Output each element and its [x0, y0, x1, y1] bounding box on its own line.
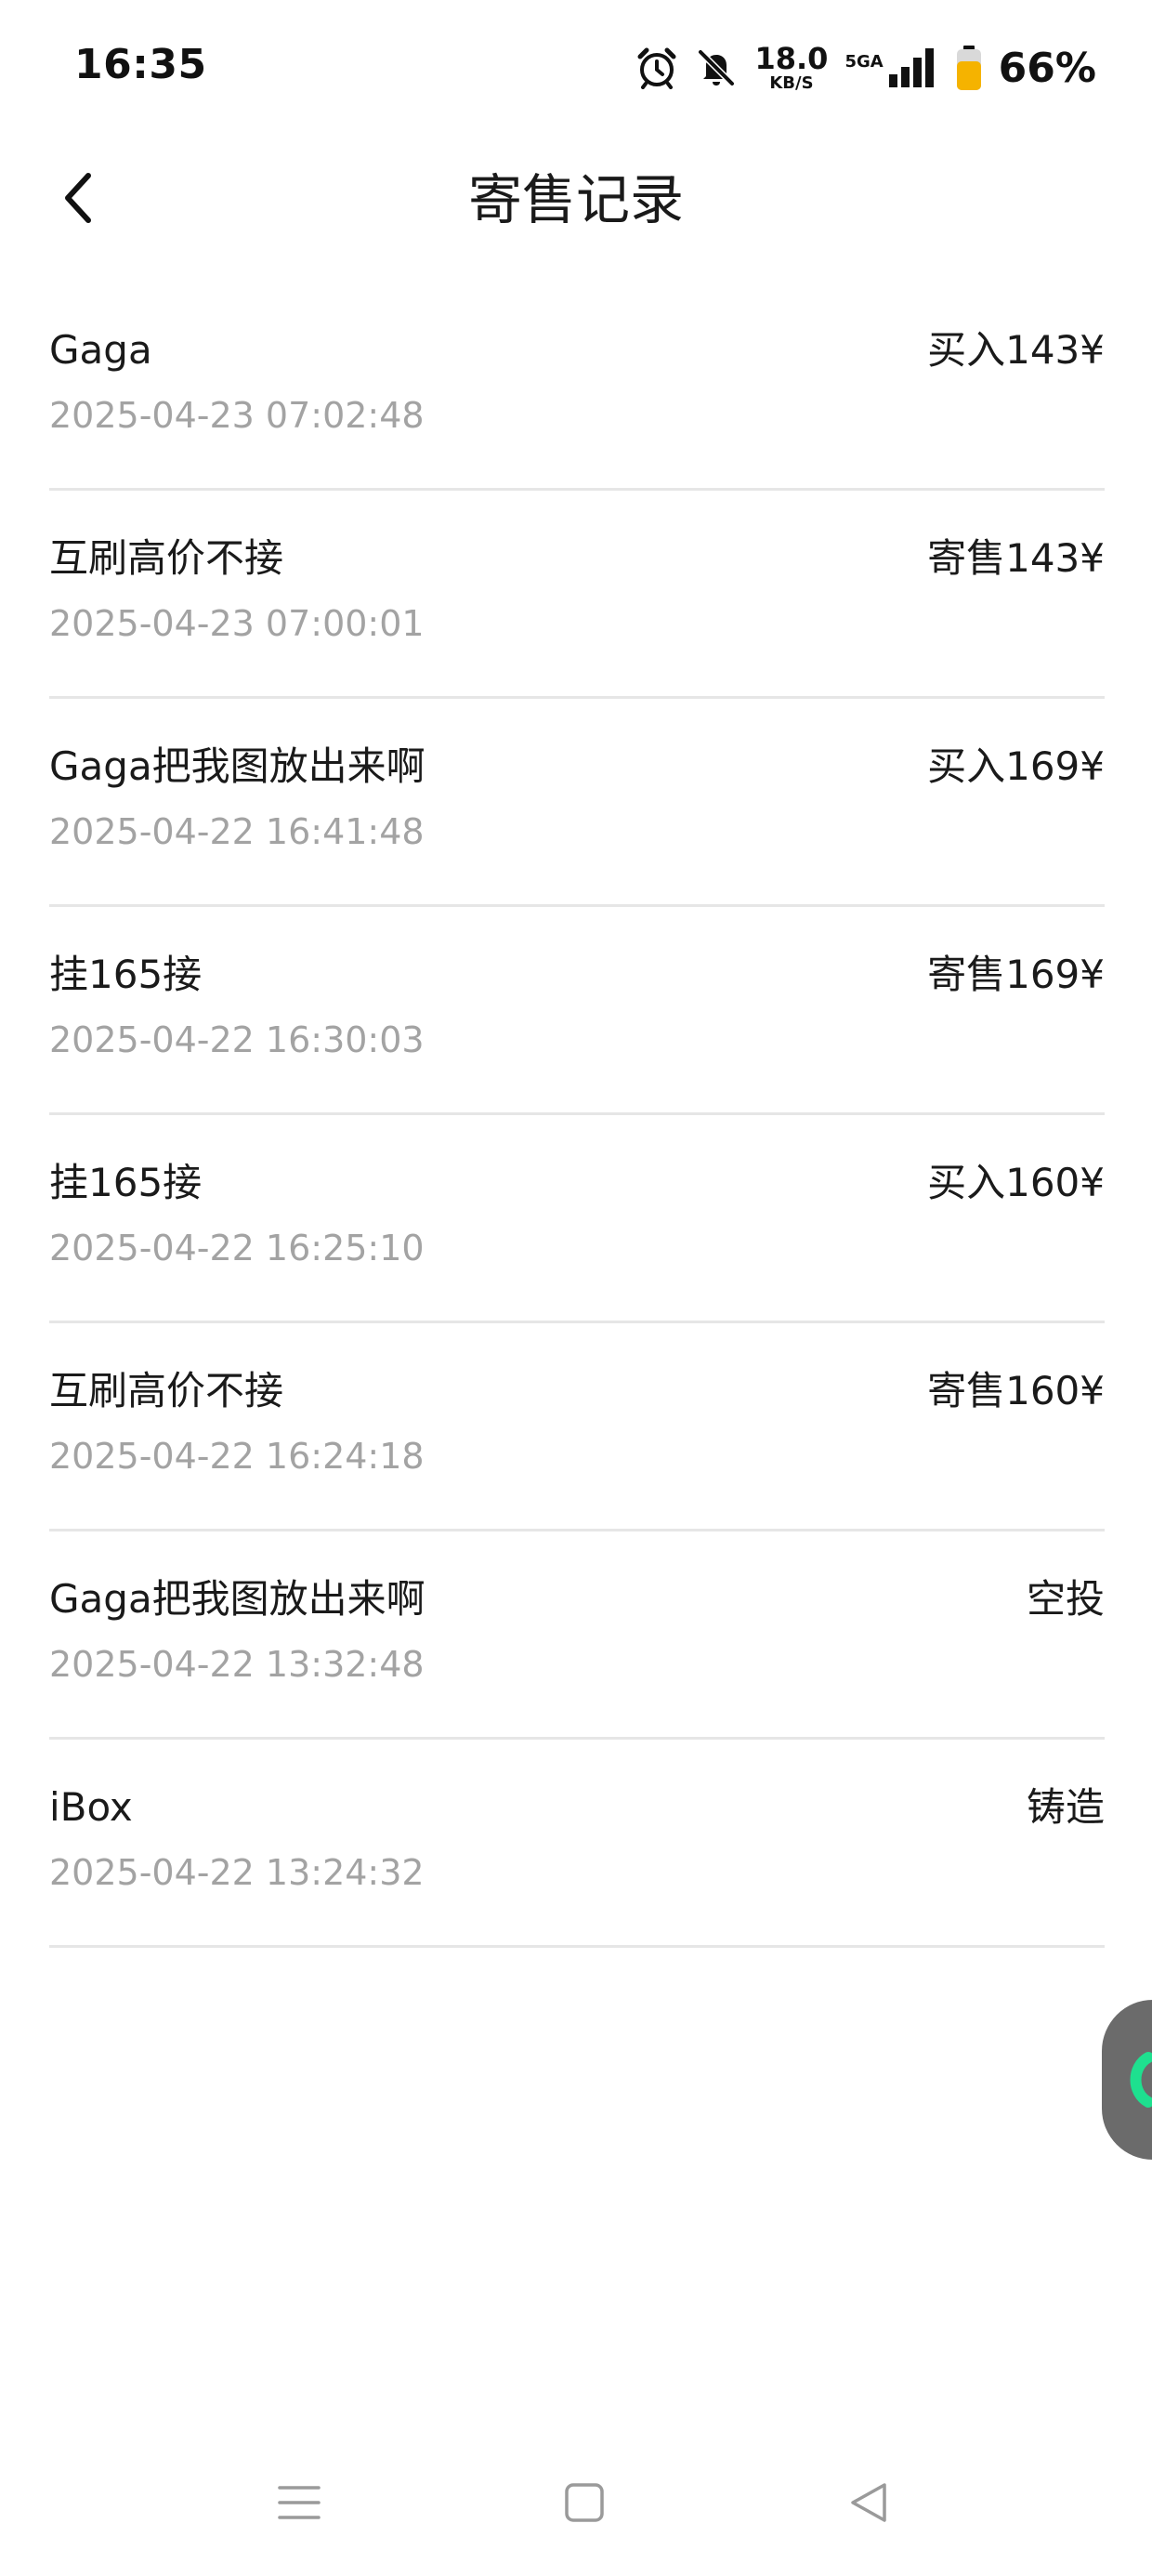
- nav-menu-button[interactable]: [267, 2472, 332, 2537]
- record-name: Gaga: [49, 327, 152, 373]
- record-name: 挂165接: [49, 952, 203, 997]
- floating-assistant-button[interactable]: [1102, 2000, 1152, 2160]
- assistant-bubble-icon: [1120, 2050, 1152, 2113]
- record-time: 2025-04-22 16:25:10: [49, 1228, 425, 1268]
- record-name: 互刷高价不接: [49, 1368, 284, 1413]
- signal-group: 5GA: [844, 46, 938, 89]
- list-item[interactable]: Gaga 2025-04-23 07:02:48 买入143¥: [49, 283, 1105, 491]
- record-action: 买入160¥: [927, 1160, 1105, 1205]
- network-type: 5GA: [844, 52, 884, 72]
- record-name: Gaga把我图放出来啊: [49, 743, 425, 789]
- record-time: 2025-04-22 13:24:32: [49, 1852, 425, 1893]
- system-nav-bar: [0, 2453, 1152, 2556]
- back-triangle-icon: [845, 2479, 892, 2530]
- record-time: 2025-04-22 13:32:48: [49, 1644, 425, 1685]
- list-item[interactable]: 互刷高价不接 2025-04-22 16:24:18 寄售160¥: [49, 1323, 1105, 1531]
- record-action: 寄售143¥: [927, 535, 1105, 581]
- record-action: 铸造: [1026, 1784, 1105, 1830]
- record-time: 2025-04-22 16:24:18: [49, 1436, 425, 1477]
- record-action: 买入143¥: [927, 327, 1105, 373]
- record-time: 2025-04-22 16:30:03: [49, 1019, 425, 1060]
- list-item[interactable]: 挂165接 2025-04-22 16:30:03 寄售169¥: [49, 907, 1105, 1115]
- record-time: 2025-04-23 07:02:48: [49, 395, 425, 436]
- list-item[interactable]: 互刷高价不接 2025-04-23 07:00:01 寄售143¥: [49, 491, 1105, 699]
- battery-icon: [956, 45, 982, 91]
- record-action: 寄售160¥: [927, 1368, 1105, 1413]
- record-action: 寄售169¥: [927, 952, 1105, 997]
- list-item[interactable]: Gaga把我图放出来啊 2025-04-22 13:32:48 空投: [49, 1531, 1105, 1740]
- consignment-records-page: 16:35 18.0 KB/S 5GA 66% 寄售记录 Gaga 2025-0…: [0, 0, 1152, 2576]
- home-icon: [561, 2479, 608, 2530]
- record-list: Gaga 2025-04-23 07:02:48 买入143¥ 互刷高价不接 2…: [49, 283, 1105, 1948]
- status-bar: 16:35 18.0 KB/S 5GA 66%: [0, 0, 1152, 139]
- network-speed: 18.0 KB/S: [754, 44, 828, 92]
- battery-percent: 66%: [998, 44, 1096, 92]
- page-title: 寄售记录: [467, 168, 684, 231]
- record-action: 买入169¥: [927, 743, 1105, 789]
- record-name: 挂165接: [49, 1160, 203, 1205]
- list-item[interactable]: iBox 2025-04-22 13:24:32 铸造: [49, 1740, 1105, 1948]
- alarm-icon: [635, 46, 678, 89]
- record-name: iBox: [49, 1784, 133, 1830]
- signal-icon: [887, 46, 939, 89]
- header: 寄售记录: [0, 139, 1152, 260]
- nav-home-button[interactable]: [552, 2472, 617, 2537]
- network-speed-unit: KB/S: [769, 73, 814, 93]
- record-time: 2025-04-23 07:00:01: [49, 603, 425, 644]
- record-name: Gaga把我图放出来啊: [49, 1576, 425, 1622]
- status-icons: 18.0 KB/S 5GA 66%: [635, 35, 1096, 100]
- menu-icon: [276, 2479, 322, 2530]
- list-item[interactable]: 挂165接 2025-04-22 16:25:10 买入160¥: [49, 1115, 1105, 1323]
- status-time: 16:35: [74, 41, 207, 88]
- record-action: 空投: [1026, 1576, 1105, 1622]
- list-item[interactable]: Gaga把我图放出来啊 2025-04-22 16:41:48 买入169¥: [49, 699, 1105, 907]
- network-speed-value: 18.0: [754, 41, 829, 76]
- nav-back-button[interactable]: [836, 2472, 901, 2537]
- record-name: 互刷高价不接: [49, 535, 284, 581]
- record-time: 2025-04-22 16:41:48: [49, 811, 425, 852]
- mute-bell-icon: [695, 46, 738, 89]
